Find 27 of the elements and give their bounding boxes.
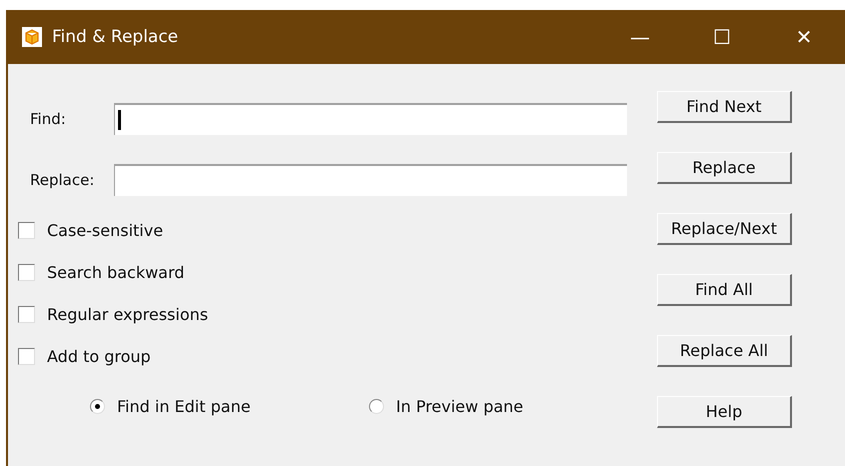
checkbox-label: Search backward	[47, 262, 184, 282]
checkbox-label: Regular expressions	[47, 304, 208, 324]
field-label: Find:	[30, 110, 67, 128]
dialog-button[interactable]: Find All	[657, 274, 792, 306]
checkbox[interactable]	[18, 264, 35, 280]
dialog-button[interactable]: Replace/Next	[657, 213, 792, 245]
window-title: Find & Replace	[52, 27, 178, 47]
radio-label: Find in Edit pane	[117, 396, 251, 416]
input-field[interactable]	[114, 164, 627, 196]
radio-button[interactable]	[369, 398, 384, 414]
radio-button[interactable]	[90, 398, 105, 414]
checkbox-label: Add to group	[47, 346, 151, 366]
checkbox[interactable]	[18, 306, 35, 322]
cube-icon	[22, 27, 42, 47]
radio-label: In Preview pane	[396, 396, 524, 416]
checkbox[interactable]	[18, 348, 35, 364]
minimize-button[interactable]: —	[599, 25, 681, 49]
dialog-button[interactable]: Find Next	[657, 91, 792, 123]
checkbox[interactable]	[18, 222, 35, 238]
close-button[interactable]: ✕	[763, 25, 845, 49]
dialog-button[interactable]: Replace	[657, 152, 792, 184]
input-field[interactable]	[114, 103, 627, 135]
maximize-button[interactable]: ☐	[681, 25, 763, 49]
dialog-button[interactable]: Help	[657, 396, 792, 428]
dialog-button[interactable]: Replace All	[657, 335, 792, 367]
checkbox-label: Case-sensitive	[47, 220, 164, 240]
field-label: Replace:	[30, 171, 96, 189]
